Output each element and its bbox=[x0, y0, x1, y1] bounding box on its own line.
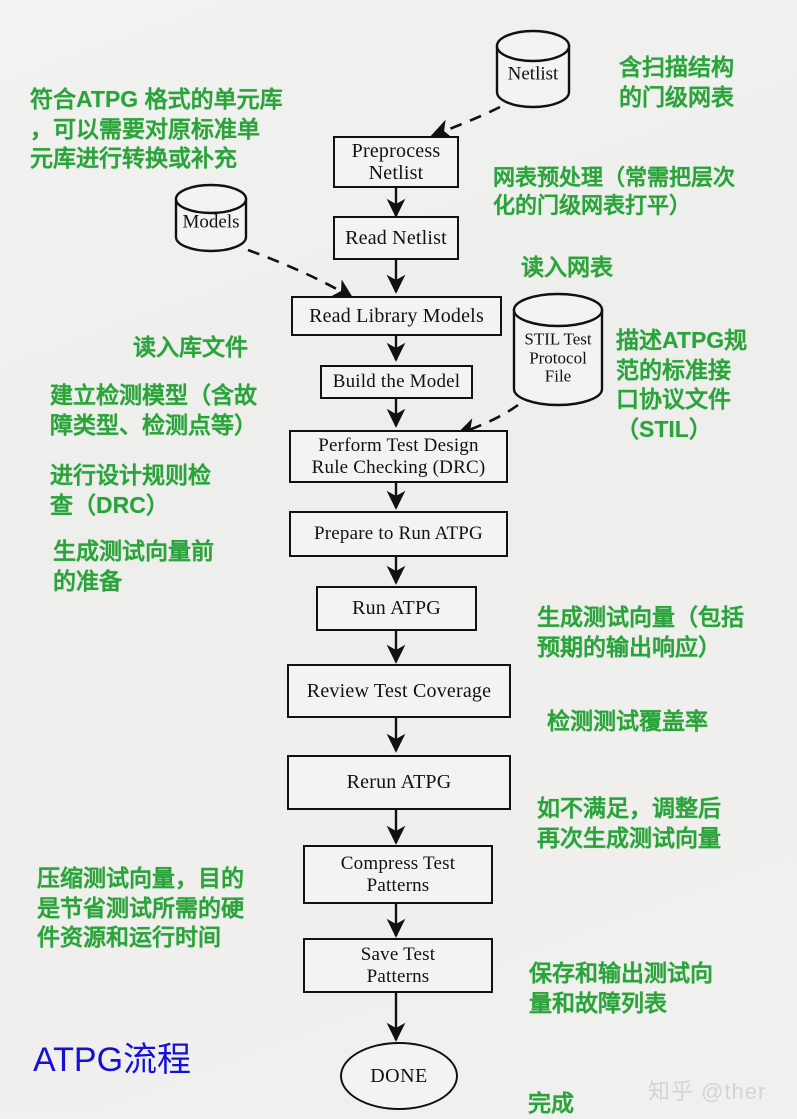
annotation-compress-note: 压缩测试向量，目的 是节省测试所需的硬 件资源和运行时间 bbox=[37, 835, 244, 953]
node-save-test-patterns-label: Save Test Patterns bbox=[360, 944, 436, 987]
watermark-text: 知乎 @ther bbox=[648, 1079, 767, 1104]
annotation-read-netlist-note: 读入网表 bbox=[521, 224, 613, 283]
annotation-rerun-note-text: 如不满足，调整后 再次生成测试向量 bbox=[537, 795, 721, 851]
annotation-stil-note-text: 描述ATPG规 范的标准接 口协议文件 （STIL） bbox=[616, 327, 748, 442]
node-done-terminal[interactable]: DONE bbox=[340, 1042, 458, 1110]
annotation-scan-netlist-note-text: 含扫描结构 的门级网表 bbox=[619, 54, 734, 110]
node-prepare-to-run-atpg-label: Prepare to Run ATPG bbox=[314, 523, 483, 545]
annotation-build-model-note-text: 建立检测模型（含故 障类型、检测点等） bbox=[50, 382, 257, 438]
models-datastore: Models bbox=[176, 185, 246, 251]
node-preprocess-netlist-label: Preprocess Netlist bbox=[351, 139, 441, 184]
node-build-the-model[interactable]: Build the Model bbox=[320, 365, 473, 399]
stil-datastore: STIL Test Protocol File bbox=[514, 294, 602, 405]
edge-netlist-to-preprocess bbox=[430, 105, 501, 139]
netlist-datastore: Netlist bbox=[497, 31, 569, 107]
annotation-run-atpg-note: 生成测试向量（包括 预期的输出响应） bbox=[537, 574, 744, 662]
stil-datastore-label: STIL Test Protocol File bbox=[524, 329, 592, 386]
models-datastore-label: Models bbox=[182, 212, 240, 234]
annotation-review-note-text: 检测测试覆盖率 bbox=[547, 708, 708, 735]
annotation-run-atpg-note-text: 生成测试向量（包括 预期的输出响应） bbox=[537, 604, 744, 660]
annotation-scan-netlist-note: 含扫描结构 的门级网表 bbox=[619, 24, 734, 112]
node-read-netlist[interactable]: Read Netlist bbox=[333, 216, 459, 260]
annotation-compress-note-text: 压缩测试向量，目的 是节省测试所需的硬 件资源和运行时间 bbox=[37, 865, 244, 951]
annotation-build-model-note: 建立检测模型（含故 障类型、检测点等） bbox=[50, 352, 257, 440]
node-perform-drc[interactable]: Perform Test Design Rule Checking (DRC) bbox=[289, 430, 508, 483]
node-read-library-models-label: Read Library Models bbox=[309, 304, 484, 327]
annotation-save-note: 保存和输出测试向 量和故障列表 bbox=[529, 930, 713, 1018]
annotation-stil-note: 描述ATPG规 范的标准接 口协议文件 （STIL） bbox=[616, 297, 747, 444]
annotation-preprocess-note-text: 网表预处理（常需把层次 化的门级网表打平） bbox=[493, 165, 736, 219]
annotation-rerun-note: 如不满足，调整后 再次生成测试向量 bbox=[537, 765, 721, 853]
annotation-cell-library-note: 符合ATPG 格式的单元库 ，可以需要对原标准单 元库进行转换或补充 bbox=[30, 56, 283, 174]
node-run-atpg[interactable]: Run ATPG bbox=[316, 586, 477, 631]
node-save-test-patterns[interactable]: Save Test Patterns bbox=[303, 938, 493, 993]
watermark: 知乎 @ther bbox=[648, 1074, 766, 1106]
node-read-library-models[interactable]: Read Library Models bbox=[291, 296, 502, 336]
node-compress-test-patterns-label: Compress Test Patterns bbox=[340, 853, 456, 896]
annotation-save-note-text: 保存和输出测试向 量和故障列表 bbox=[529, 960, 713, 1016]
node-review-test-coverage[interactable]: Review Test Coverage bbox=[287, 664, 511, 718]
node-compress-test-patterns[interactable]: Compress Test Patterns bbox=[303, 845, 493, 904]
atpg-flowchart-canvas: Netlist Models STIL Test Protocol File Pre… bbox=[0, 0, 797, 1116]
node-rerun-atpg[interactable]: Rerun ATPG bbox=[287, 755, 511, 810]
annotation-review-note: 检测测试覆盖率 bbox=[547, 678, 708, 737]
diagram-title-text: ATPG流程 bbox=[33, 1041, 192, 1079]
annotation-read-netlist-note-text: 读入网表 bbox=[521, 254, 613, 281]
annotation-done-note: 完成 bbox=[528, 1060, 574, 1119]
node-perform-drc-label: Perform Test Design Rule Checking (DRC) bbox=[311, 435, 486, 478]
node-build-the-model-label: Build the Model bbox=[332, 371, 461, 393]
annotation-preprocess-note: 网表预处理（常需把层次 化的门级网表打平） bbox=[493, 136, 735, 220]
node-rerun-atpg-label: Rerun ATPG bbox=[346, 771, 452, 794]
netlist-datastore-label: Netlist bbox=[507, 63, 559, 85]
node-done-label: DONE bbox=[370, 1064, 428, 1087]
annotation-done-note-text: 完成 bbox=[528, 1090, 574, 1117]
node-read-netlist-label: Read Netlist bbox=[345, 226, 447, 249]
diagram-title: ATPG流程 bbox=[33, 1032, 191, 1081]
annotation-prepare-note-text: 生成测试向量前 的准备 bbox=[53, 538, 214, 594]
node-run-atpg-label: Run ATPG bbox=[352, 597, 441, 620]
annotation-prepare-note: 生成测试向量前 的准备 bbox=[53, 508, 214, 596]
node-review-test-coverage-label: Review Test Coverage bbox=[306, 679, 492, 702]
annotation-cell-library-note-text: 符合ATPG 格式的单元库 ，可以需要对原标准单 元库进行转换或补充 bbox=[30, 86, 283, 172]
node-preprocess-netlist[interactable]: Preprocess Netlist bbox=[333, 136, 459, 188]
node-prepare-to-run-atpg[interactable]: Prepare to Run ATPG bbox=[289, 511, 508, 557]
